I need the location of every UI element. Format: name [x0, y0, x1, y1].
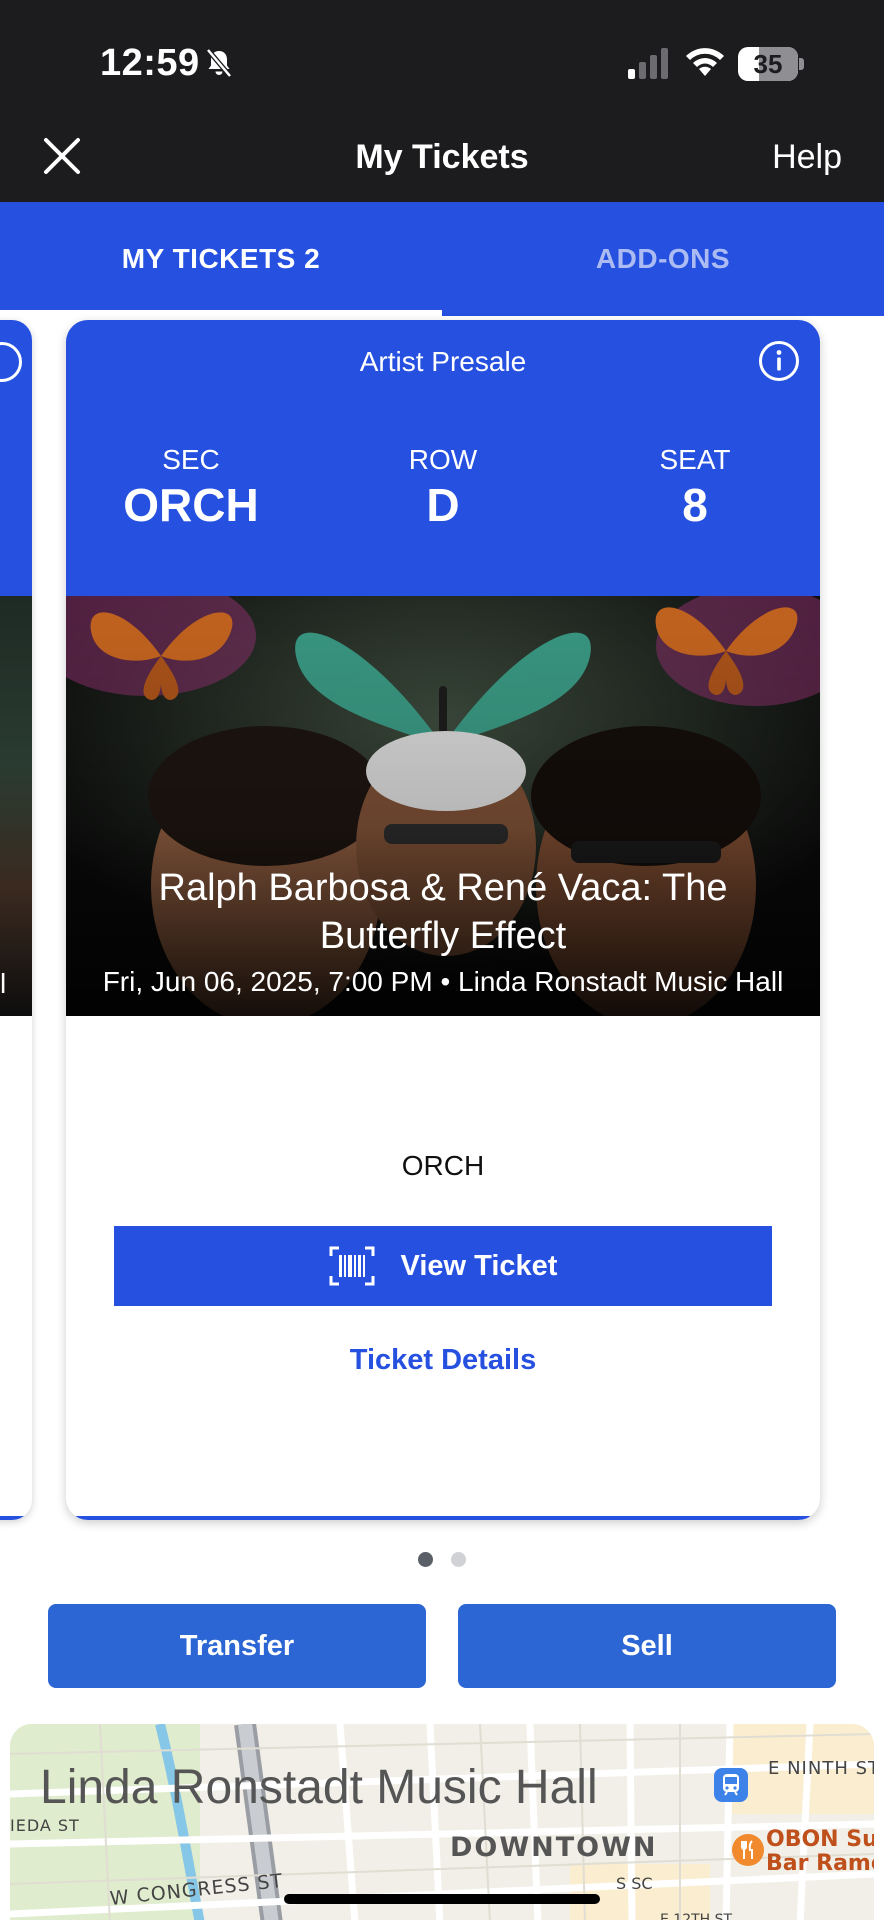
nav-bar: My Tickets Help: [0, 124, 884, 202]
barcode-icon: [329, 1246, 375, 1286]
row-value: D: [426, 479, 460, 531]
page-dot-inactive[interactable]: [451, 1552, 466, 1567]
cellular-signal-icon: [628, 48, 668, 79]
info-icon: [0, 342, 22, 382]
map-label-downtown: DOWNTOWN: [450, 1832, 658, 1863]
transit-icon: [714, 1768, 748, 1802]
restaurant-line-2: Bar Ramer: [766, 1851, 874, 1876]
battery-icon: 35: [738, 47, 804, 81]
home-indicator[interactable]: [284, 1894, 600, 1904]
ticket-details-link[interactable]: Ticket Details: [66, 1344, 820, 1377]
status-bar: 12:59 35: [0, 0, 884, 124]
page-dot-active[interactable]: [418, 1552, 433, 1567]
bell-slash-icon: [206, 48, 232, 78]
row-label: ROW: [408, 444, 478, 475]
section-info: SEC ORCH: [66, 444, 316, 532]
event-image: Ralph Barbosa & René Vaca: The Butterfly…: [66, 596, 820, 1016]
section-value: ORCH: [123, 479, 259, 531]
previous-card-bottom-border: [0, 1516, 32, 1520]
tab-indicator: [0, 310, 442, 316]
venue-map[interactable]: Linda Ronstadt Music Hall DOWNTOWN E NIN…: [10, 1724, 874, 1920]
ticket-card-header: Artist Presale SEC ORCH ROW D SEAT 8: [66, 320, 820, 596]
help-link[interactable]: Help: [772, 138, 842, 177]
tab-add-ons[interactable]: ADD-ONS: [442, 202, 884, 316]
seat-label: SEAT: [659, 444, 731, 475]
status-time: 12:59: [100, 42, 200, 84]
transfer-button[interactable]: Transfer: [48, 1604, 426, 1688]
tab-my-tickets[interactable]: MY TICKETS 2: [0, 202, 442, 316]
card-bottom-border: [66, 1516, 820, 1520]
sell-button[interactable]: Sell: [458, 1604, 836, 1688]
map-venue-name: Linda Ronstadt Music Hall: [40, 1761, 598, 1814]
tab-bar: MY TICKETS 2 ADD-ONS: [0, 202, 884, 316]
row-info: ROW D: [318, 444, 568, 532]
map-label-s-sc: S SC: [616, 1874, 653, 1893]
restaurant-icon: [732, 1834, 764, 1866]
event-date-venue: Fri, Jun 06, 2025, 7:00 PM • Linda Ronst…: [102, 966, 784, 997]
presale-label: Artist Presale: [359, 346, 527, 377]
previous-ticket-card[interactable]: l: [0, 320, 32, 1520]
battery-cap: [799, 58, 804, 70]
previous-card-header: [0, 320, 32, 596]
view-ticket-label: View Ticket: [400, 1249, 558, 1282]
map-label-restaurant: OBON Sus Bar Ramer: [766, 1828, 874, 1876]
section-label: SEC: [162, 444, 220, 475]
seat-value: 8: [682, 479, 708, 531]
info-icon[interactable]: [758, 340, 800, 382]
ticket-card[interactable]: Artist Presale SEC ORCH ROW D SEAT 8 Ral…: [66, 320, 820, 1520]
event-title: Ralph Barbosa & René Vaca: The Butterfly…: [158, 867, 728, 957]
restaurant-line-1: OBON Sus: [766, 1827, 874, 1852]
map-label-meda-st: IEDA ST: [10, 1816, 80, 1835]
map-label-ninth-st: E NINTH ST: [768, 1758, 874, 1779]
page-indicator: [0, 1552, 884, 1568]
seat-info: SEAT 8: [570, 444, 820, 532]
map-label-12th-st: E 12TH ST: [660, 1912, 733, 1920]
previous-card-image: [0, 596, 32, 1016]
page-title: My Tickets: [355, 138, 529, 176]
wifi-icon: [686, 48, 724, 76]
section-name: ORCH: [401, 1150, 485, 1181]
battery-percent: 35: [753, 49, 783, 79]
view-ticket-button[interactable]: View Ticket: [114, 1226, 772, 1306]
battery-body: 35: [738, 47, 798, 81]
previous-card-meta: l: [0, 968, 7, 999]
